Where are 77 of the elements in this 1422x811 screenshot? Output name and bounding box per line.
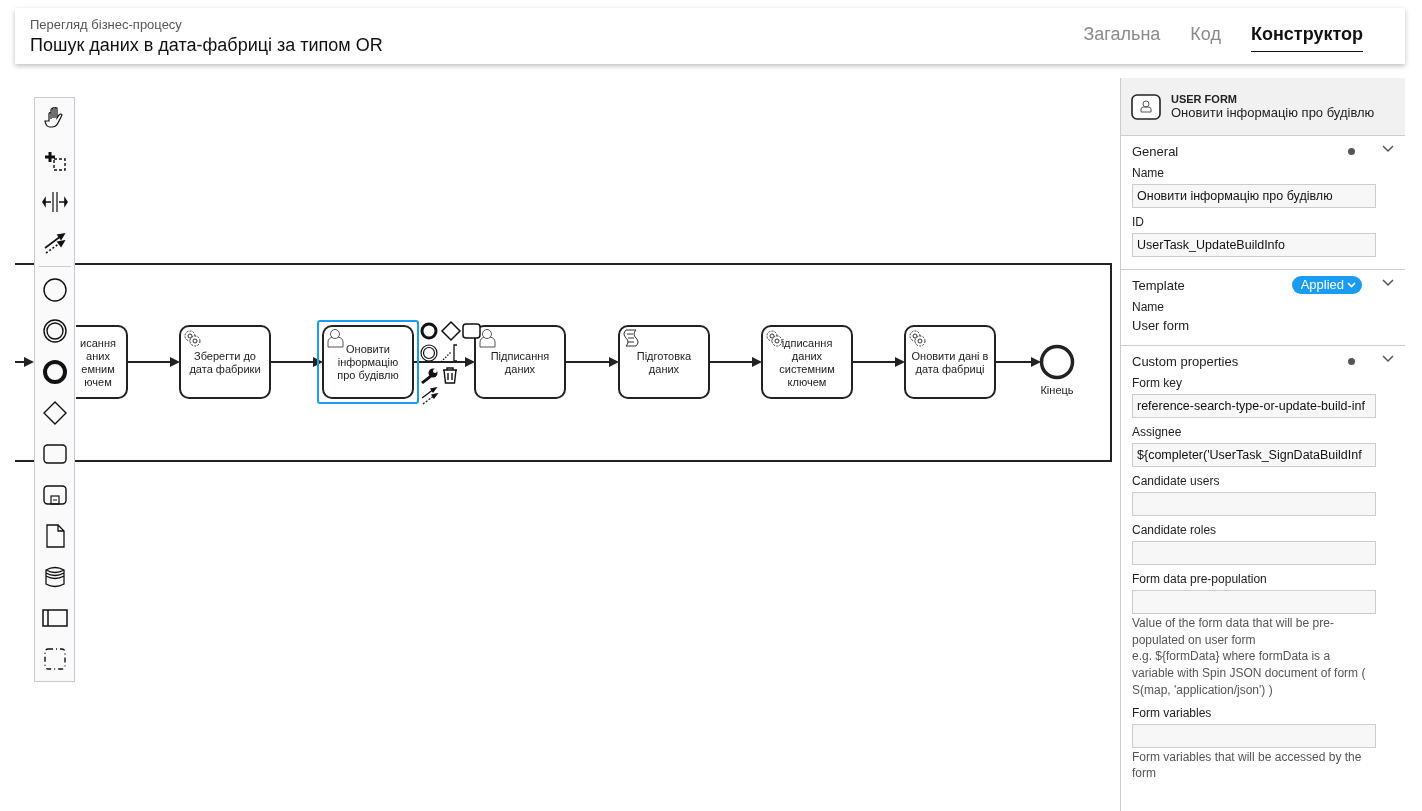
section-title[interactable]: General	[1132, 143, 1348, 159]
task-label: Зберегти до дата фабрики	[189, 349, 261, 375]
element-name: Оновити інформацію про будівлю	[1171, 105, 1375, 120]
field-value: User form	[1132, 318, 1191, 333]
wrench-icon[interactable]	[421, 368, 438, 384]
intermediate-event-icon[interactable]	[41, 318, 68, 344]
sequence-flow	[708, 357, 762, 367]
task-label: исання аних емним ючем	[80, 336, 116, 388]
script-icon	[623, 329, 639, 347]
task-label: ідписання даних системним ключем	[779, 336, 835, 388]
field-label: Name	[1132, 166, 1165, 180]
field-label: Assignee	[1132, 425, 1183, 439]
trash-icon[interactable]	[442, 367, 458, 384]
field-description: Form variables that will be accessed by the form	[1132, 748, 1363, 782]
user-task[interactable]	[474, 325, 566, 399]
section-title[interactable]: Custom properties	[1132, 353, 1348, 369]
gateway-icon[interactable]	[41, 400, 68, 426]
script-task[interactable]	[618, 325, 710, 399]
gear-icon	[184, 330, 201, 347]
sequence-flow	[14, 357, 34, 367]
chevron-icon[interactable]	[1382, 279, 1394, 287]
text-field[interactable]: reference-search-type-or-update-build-inf	[1132, 394, 1376, 418]
sequence-flow	[126, 357, 180, 367]
task[interactable]	[75, 325, 128, 399]
group-icon[interactable]	[41, 646, 68, 672]
text-field[interactable]	[1132, 492, 1376, 516]
text-field[interactable]	[1132, 723, 1376, 748]
annotation-icon[interactable]	[440, 344, 458, 363]
sequence-flow	[564, 357, 619, 367]
section-title[interactable]: Template	[1132, 277, 1292, 293]
task-icon[interactable]	[462, 323, 481, 339]
event-label: Кінець	[1040, 384, 1074, 396]
text-field[interactable]: Оновити інформацію про будівлю	[1132, 184, 1376, 208]
user-task-icon	[1131, 93, 1161, 120]
intermediate-event-icon[interactable]	[420, 344, 438, 362]
gear-icon	[766, 330, 783, 347]
task-label: Оновити інформацію про будівлю	[337, 343, 399, 381]
task-label: Підписання даних	[490, 349, 550, 375]
task-label: Підготовка даних	[636, 349, 692, 375]
user-icon	[479, 329, 496, 348]
text-field[interactable]: UserTask_UpdateBuildInfo	[1132, 233, 1376, 257]
service-task[interactable]	[761, 325, 853, 399]
field-label: Candidate roles	[1132, 523, 1218, 537]
tab[interactable]: Конструктор	[1250, 20, 1363, 52]
sequence-flow	[994, 357, 1041, 367]
text-field[interactable]	[1132, 590, 1376, 614]
start-event-icon[interactable]	[41, 277, 68, 303]
page-title: Пошук даних в дата-фабриці за типом OR	[30, 34, 383, 56]
sequence-flow	[269, 357, 323, 367]
field-description: e.g. ${formData} where formData is a variable with Spin JSON document of form ( S(map, 'application/json') )	[1132, 648, 1366, 699]
user-icon	[327, 329, 344, 348]
gateway-icon[interactable]	[440, 320, 462, 342]
connect-icon[interactable]	[421, 387, 439, 405]
subprocess-icon[interactable]	[41, 482, 68, 508]
element-type: USER FORM	[1171, 93, 1238, 105]
text-field[interactable]: ${completer('UserTask_SignDataBuildInf	[1132, 443, 1376, 467]
end-event[interactable]	[1039, 344, 1075, 380]
service-task[interactable]	[179, 325, 271, 399]
text-field[interactable]	[1132, 541, 1376, 565]
end-event-icon[interactable]	[41, 359, 68, 385]
task-label: Оновити дані в дата фабриці	[911, 349, 989, 375]
chevron-icon[interactable]	[1382, 355, 1394, 363]
task-icon[interactable]	[41, 441, 68, 467]
sequence-flow	[412, 357, 475, 367]
field-label: Form variables	[1132, 705, 1213, 720]
field-label: ID	[1132, 215, 1145, 229]
space-tool-icon[interactable]	[41, 189, 68, 215]
service-task[interactable]	[904, 325, 996, 399]
gear-icon	[909, 330, 926, 347]
end-event-icon[interactable]	[420, 322, 438, 340]
field-label: Name	[1132, 300, 1165, 314]
field-label: Form data pre-population	[1132, 572, 1268, 586]
field-label: Form key	[1132, 376, 1183, 390]
chevron-icon[interactable]	[1382, 145, 1394, 153]
page-subtitle: Перегляд бізнес-процесу	[30, 16, 183, 32]
field-label: Candidate users	[1132, 474, 1221, 488]
sequence-flow	[851, 357, 905, 367]
